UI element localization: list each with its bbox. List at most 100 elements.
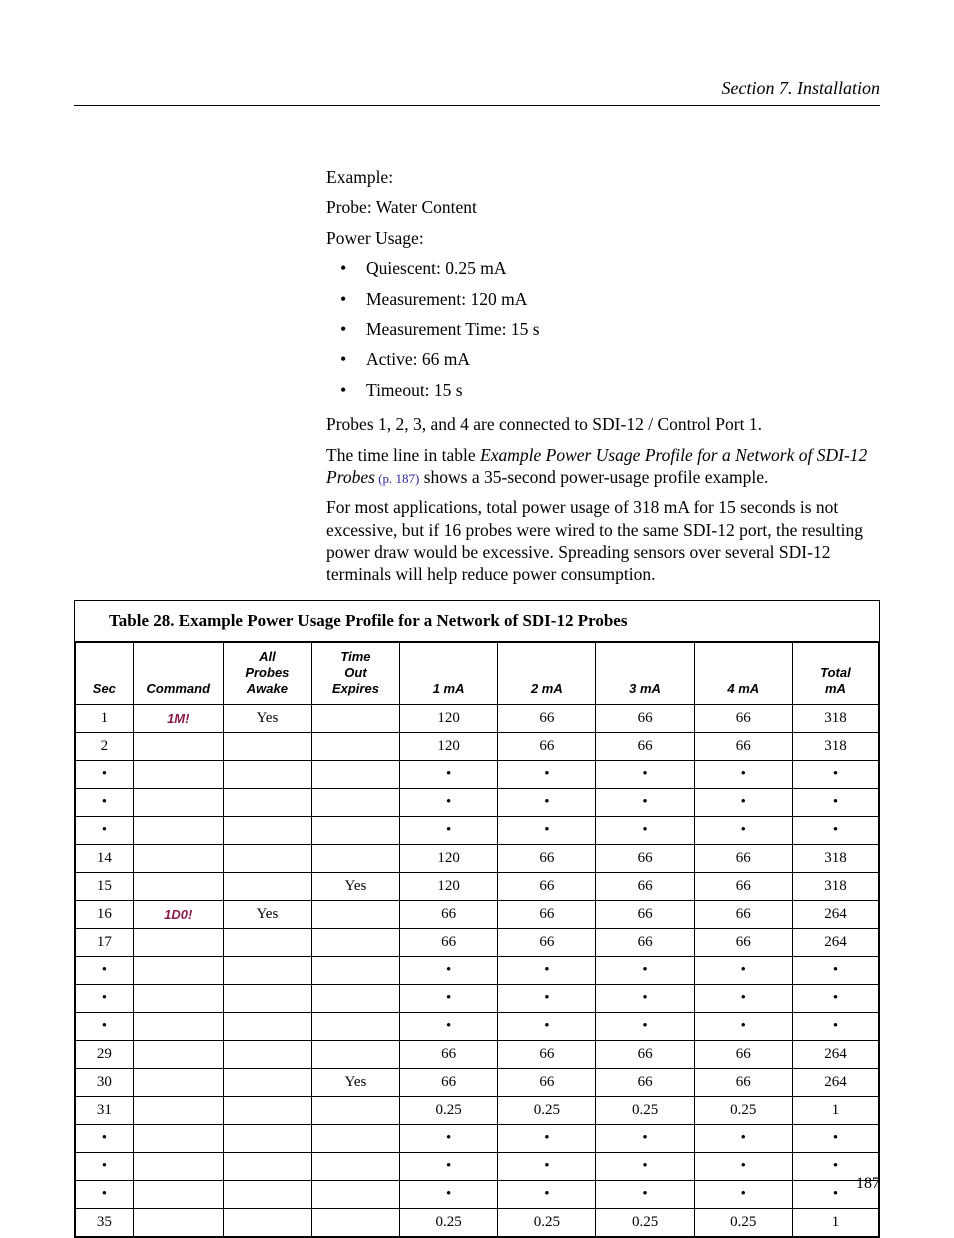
table-cell: 0.25 [596, 1096, 694, 1124]
table-cell: • [792, 956, 878, 984]
table-cell: 0.25 [694, 1208, 792, 1236]
table-cell [133, 1180, 223, 1208]
table-cell: • [694, 816, 792, 844]
page-reference-link[interactable]: (p. 187) [375, 471, 419, 486]
table-cell: 66 [596, 900, 694, 928]
table-cell: 1 [76, 704, 134, 732]
th-command: Command [133, 642, 223, 704]
table-cell [133, 1096, 223, 1124]
table-cell: 66 [694, 704, 792, 732]
table-row: 350.250.250.250.251 [76, 1208, 879, 1236]
table-cell: 2 [76, 732, 134, 760]
table-cell: 120 [400, 872, 498, 900]
table-cell [133, 844, 223, 872]
table-cell: • [400, 1152, 498, 1180]
table-cell: • [76, 816, 134, 844]
table-cell: • [792, 816, 878, 844]
table-cell [311, 732, 399, 760]
table-cell: • [498, 1012, 596, 1040]
table-cell: 66 [400, 1040, 498, 1068]
table-cell: 66 [498, 900, 596, 928]
table-cell: 120 [400, 704, 498, 732]
table-cell: 0.25 [498, 1208, 596, 1236]
table-cell [223, 1180, 311, 1208]
table-row: 11M!Yes120666666318 [76, 704, 879, 732]
table-cell: • [694, 1012, 792, 1040]
table-row: •••••• [76, 1012, 879, 1040]
table-cell [133, 956, 223, 984]
th-timeout-expires: TimeOutExpires [311, 642, 399, 704]
table-title: Table 28. Example Power Usage Profile fo… [75, 601, 879, 642]
table-cell: • [694, 788, 792, 816]
table-cell [133, 1040, 223, 1068]
table-cell: • [596, 1180, 694, 1208]
table-cell: • [498, 1152, 596, 1180]
table-cell [311, 1096, 399, 1124]
table-cell: 264 [792, 1068, 878, 1096]
table-cell: • [694, 1152, 792, 1180]
table-cell: 66 [400, 900, 498, 928]
table-row: 2120666666318 [76, 732, 879, 760]
table-row: •••••• [76, 1124, 879, 1152]
table-cell: 66 [498, 704, 596, 732]
table-cell: 66 [694, 844, 792, 872]
table-cell [311, 760, 399, 788]
table-cell [311, 1124, 399, 1152]
table-cell [223, 984, 311, 1012]
table-cell: 66 [694, 1068, 792, 1096]
table-cell [223, 844, 311, 872]
table-cell: 66 [498, 844, 596, 872]
table-cell: 0.25 [498, 1096, 596, 1124]
table-cell [133, 1068, 223, 1096]
table-cell: 15 [76, 872, 134, 900]
table-cell: • [400, 956, 498, 984]
table-cell: • [76, 1180, 134, 1208]
table-cell: 1D0! [133, 900, 223, 928]
table-cell: 66 [596, 1040, 694, 1068]
table-cell: 35 [76, 1208, 134, 1236]
header-section-title: Section 7. Installation [74, 78, 880, 99]
table-row: 30Yes66666666264 [76, 1068, 879, 1096]
table-cell: • [498, 1180, 596, 1208]
list-item: Measurement: 120 mA [326, 288, 874, 310]
table-cell: • [400, 984, 498, 1012]
table-cell: 66 [694, 900, 792, 928]
table-cell [133, 984, 223, 1012]
list-item: Measurement Time: 15 s [326, 318, 874, 340]
table-cell [223, 1040, 311, 1068]
text: shows a 35-second power-usage profile ex… [419, 467, 768, 487]
table-cell: 1 [792, 1208, 878, 1236]
table-cell: 16 [76, 900, 134, 928]
th-text: TotalmA [820, 665, 851, 696]
table-row: •••••• [76, 760, 879, 788]
table-row: 310.250.250.250.251 [76, 1096, 879, 1124]
table-cell: • [792, 788, 878, 816]
table-cell: 1 [792, 1096, 878, 1124]
th-4ma: 4 mA [694, 642, 792, 704]
table-cell [133, 1124, 223, 1152]
table-row: 15Yes120666666318 [76, 872, 879, 900]
table-cell: • [400, 788, 498, 816]
table-cell [133, 788, 223, 816]
table-cell: • [596, 956, 694, 984]
table-cell: 66 [596, 704, 694, 732]
table-cell: 318 [792, 872, 878, 900]
table-cell: • [792, 1012, 878, 1040]
th-1ma: 1 mA [400, 642, 498, 704]
table-cell: Yes [223, 704, 311, 732]
table-cell: • [498, 760, 596, 788]
table-cell: • [400, 1012, 498, 1040]
table-cell: • [76, 1152, 134, 1180]
table-cell [223, 1124, 311, 1152]
table-cell: • [596, 984, 694, 1012]
table-cell: • [596, 788, 694, 816]
table-cell: 29 [76, 1040, 134, 1068]
table-cell: • [694, 1124, 792, 1152]
table-cell [133, 1012, 223, 1040]
table-cell: Yes [223, 900, 311, 928]
table-cell [223, 1152, 311, 1180]
table-cell: • [76, 1124, 134, 1152]
table-cell: • [76, 788, 134, 816]
table-row: •••••• [76, 956, 879, 984]
table-row: •••••• [76, 816, 879, 844]
